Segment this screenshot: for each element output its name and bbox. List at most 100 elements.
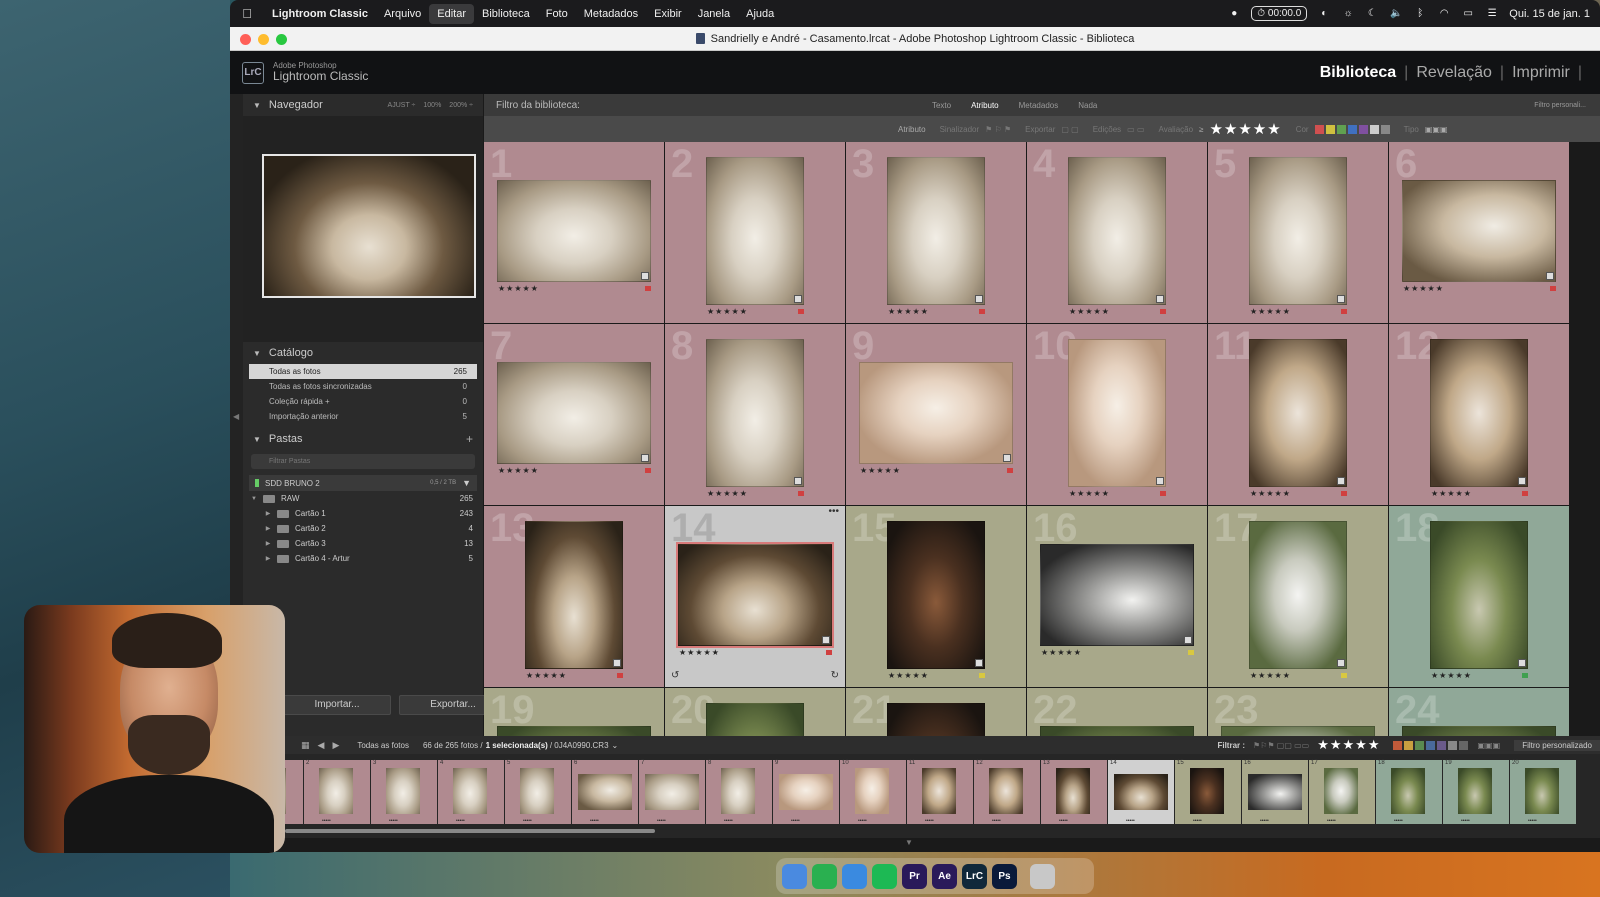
filmstrip-cell[interactable]: 20 •••••	[1510, 760, 1576, 824]
edited-badge-icon[interactable]	[1184, 636, 1192, 644]
collapsed-triangle-icon[interactable]: ▶	[263, 540, 273, 547]
collapsed-triangle-icon[interactable]: ▶	[263, 555, 273, 562]
clock[interactable]: Qui. 15 de jan. 1	[1509, 8, 1590, 20]
disclosure-triangle-icon[interactable]: ▼	[253, 435, 261, 444]
filmstrip-thumbnail[interactable]	[779, 774, 833, 810]
filmstrip-cell[interactable]: 12 •••••	[974, 760, 1040, 824]
grid-cell[interactable]: 5 ★★★★★	[1208, 142, 1388, 323]
filmstrip-thumbnail[interactable]	[1458, 768, 1492, 814]
folder-item[interactable]: ▶ Cartão 4 - Artur 5	[249, 551, 477, 566]
grid-cell[interactable]: 20	[665, 688, 845, 736]
filmstrip-thumbnail[interactable]	[1324, 768, 1358, 814]
filmstrip-thumbnail[interactable]	[645, 774, 699, 810]
rotate-right-icon[interactable]: ↻	[831, 670, 839, 681]
photo-thumbnail[interactable]	[706, 157, 804, 305]
filmstrip-cell[interactable]: 3 •••••	[371, 760, 437, 824]
color-label-swatch[interactable]	[1380, 124, 1390, 134]
color-label-swatch[interactable]	[1425, 740, 1435, 750]
filmstrip-thumbnail[interactable]	[1056, 768, 1090, 814]
filmstrip-thumbnail[interactable]	[721, 768, 755, 814]
collapse-bottom-icon[interactable]: ▼	[905, 838, 913, 847]
finder-icon[interactable]	[782, 863, 807, 889]
spotify-icon[interactable]	[872, 863, 897, 889]
module-tab-3[interactable]: Imprimir	[1512, 64, 1570, 82]
filmstrip-cell[interactable]: 4 •••••	[438, 760, 504, 824]
navigator-thumbnail[interactable]	[262, 154, 476, 298]
photoshop-icon[interactable]: Ps	[992, 863, 1017, 889]
filmstrip-thumbnail[interactable]	[285, 768, 286, 814]
rating-stars[interactable]: ★★★★★	[1069, 489, 1110, 498]
expanded-triangle-icon[interactable]: ▼	[249, 496, 259, 502]
grid-cell[interactable]: 2 ★★★★★	[665, 142, 845, 323]
grid-cell[interactable]: 12 ★★★★★	[1389, 324, 1569, 505]
photo-thumbnail[interactable]	[497, 726, 651, 736]
color-label-swatch[interactable]	[1447, 740, 1457, 750]
grid-cell[interactable]: 16 ★★★★★	[1027, 506, 1207, 687]
filmstrip-thumbnail[interactable]	[453, 768, 487, 814]
wifi-icon[interactable]: ◠	[1437, 8, 1451, 20]
rating-operator[interactable]: ≥	[1199, 125, 1203, 134]
grid-cell[interactable]: 17 ★★★★★	[1208, 506, 1388, 687]
filmstrip-cell[interactable]: 2 •••••	[304, 760, 370, 824]
trash-icon[interactable]	[1030, 863, 1055, 889]
disclosure-triangle-icon[interactable]: ▼	[253, 101, 261, 110]
rating-stars[interactable]: ★★★★★	[1431, 671, 1472, 680]
rating-stars[interactable]: ★★★★★	[888, 307, 929, 316]
filmstrip-cell[interactable]: •••••	[285, 760, 303, 824]
lightroom-classic-icon[interactable]: LrC	[962, 863, 987, 889]
type-filter-icon[interactable]: ▣▣▣	[1425, 125, 1448, 134]
after-effects-icon[interactable]: Ae	[932, 863, 957, 889]
catalog-item[interactable]: Todas as fotos 265	[249, 364, 477, 379]
grid-cell[interactable]: 1 ★★★★★	[484, 142, 664, 323]
add-folder-icon[interactable]: +	[466, 432, 473, 446]
photo-thumbnail[interactable]	[1249, 339, 1347, 487]
rating-stars[interactable]: ★★★★★	[860, 466, 901, 475]
filmstrip-cell[interactable]: 15 •••••	[1175, 760, 1241, 824]
menu-4[interactable]: Foto	[538, 4, 576, 24]
photo-thumbnail[interactable]	[1249, 157, 1347, 305]
rating-stars[interactable]: ★★★★★	[707, 489, 748, 498]
grid-cell[interactable]: 24	[1389, 688, 1569, 736]
photo-thumbnail[interactable]	[887, 157, 985, 305]
flag-filter-icon[interactable]: ⚑ ⚐ ⚑	[985, 125, 1011, 134]
filmstrip-thumbnail[interactable]	[520, 768, 554, 814]
export-filter-icon[interactable]: ▢ ▢	[1061, 125, 1078, 134]
photo-thumbnail[interactable]	[706, 703, 804, 736]
filmstrip-cell[interactable]: 14 •••••	[1108, 760, 1174, 824]
rating-stars[interactable]: ★★★★★	[1403, 284, 1444, 293]
color-label-swatch[interactable]	[1314, 124, 1324, 134]
navigator-zoom-option[interactable]: 100%	[423, 102, 441, 109]
navigator-header[interactable]: ▼ Navegador AJUST ÷ 100% 200% ÷	[243, 94, 483, 116]
grid-cell[interactable]: 11 ★★★★★	[1208, 324, 1388, 505]
photo-thumbnail[interactable]	[497, 180, 651, 282]
filmstrip-thumbnail[interactable]	[1525, 768, 1559, 814]
menu-3[interactable]: Biblioteca	[474, 4, 538, 24]
flag-filter-icon[interactable]: ⚑⚐⚑ ▢▢ ▭▭	[1253, 741, 1309, 750]
filmstrip-cell[interactable]: 6 •••••	[572, 760, 638, 824]
grid-cell[interactable]: 4 ★★★★★	[1027, 142, 1207, 323]
menu-6[interactable]: Exibir	[646, 4, 690, 24]
rating-stars[interactable]: ★★★★★	[1250, 307, 1291, 316]
premiere-icon[interactable]: Pr	[902, 863, 927, 889]
photo-thumbnail[interactable]	[1430, 521, 1528, 669]
filter-tab[interactable]: Texto	[932, 101, 951, 110]
photo-thumbnail[interactable]	[676, 542, 834, 648]
photo-thumbnail[interactable]	[1430, 339, 1528, 487]
timer-display[interactable]: ⏱ 00:00.0	[1251, 6, 1308, 21]
menu-8[interactable]: Ajuda	[738, 4, 782, 24]
navigator-zoom-option[interactable]: 200% ÷	[449, 102, 473, 109]
grid-cell[interactable]: 18 ★★★★★	[1389, 506, 1569, 687]
grid-cell[interactable]: 15 ★★★★★	[846, 506, 1026, 687]
filmstrip-cell[interactable]: 8 •••••	[706, 760, 772, 824]
grid-view-icon[interactable]: ▦	[301, 740, 310, 751]
filmstrip-thumbnail[interactable]	[1248, 774, 1302, 810]
filter-tab[interactable]: Nada	[1078, 101, 1097, 110]
weather-icon[interactable]: ☼	[1341, 8, 1355, 20]
folder-item[interactable]: ▶ Cartão 1 243	[249, 506, 477, 521]
disclosure-triangle-icon[interactable]: ▼	[253, 349, 261, 358]
minimize-button[interactable]	[258, 34, 269, 45]
volume-icon[interactable]: 🔈	[1389, 8, 1403, 20]
filmstrip-cell[interactable]: 10 •••••	[840, 760, 906, 824]
rating-stars[interactable]: ★★★★★	[1250, 489, 1291, 498]
photo-thumbnail[interactable]	[1249, 521, 1347, 669]
